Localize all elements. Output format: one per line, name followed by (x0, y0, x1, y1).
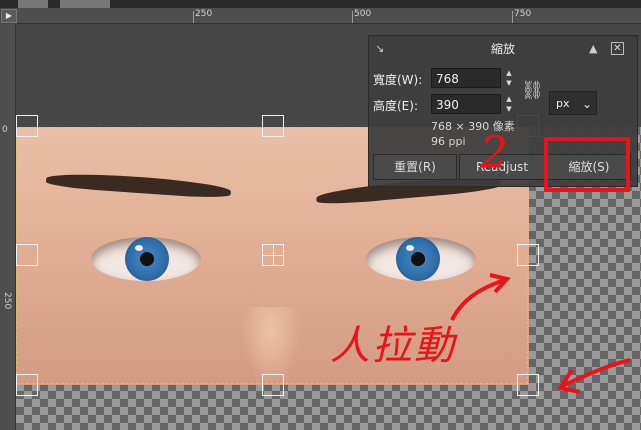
annotation-arrows (450, 273, 631, 394)
annotation-arrow-up (450, 278, 506, 321)
